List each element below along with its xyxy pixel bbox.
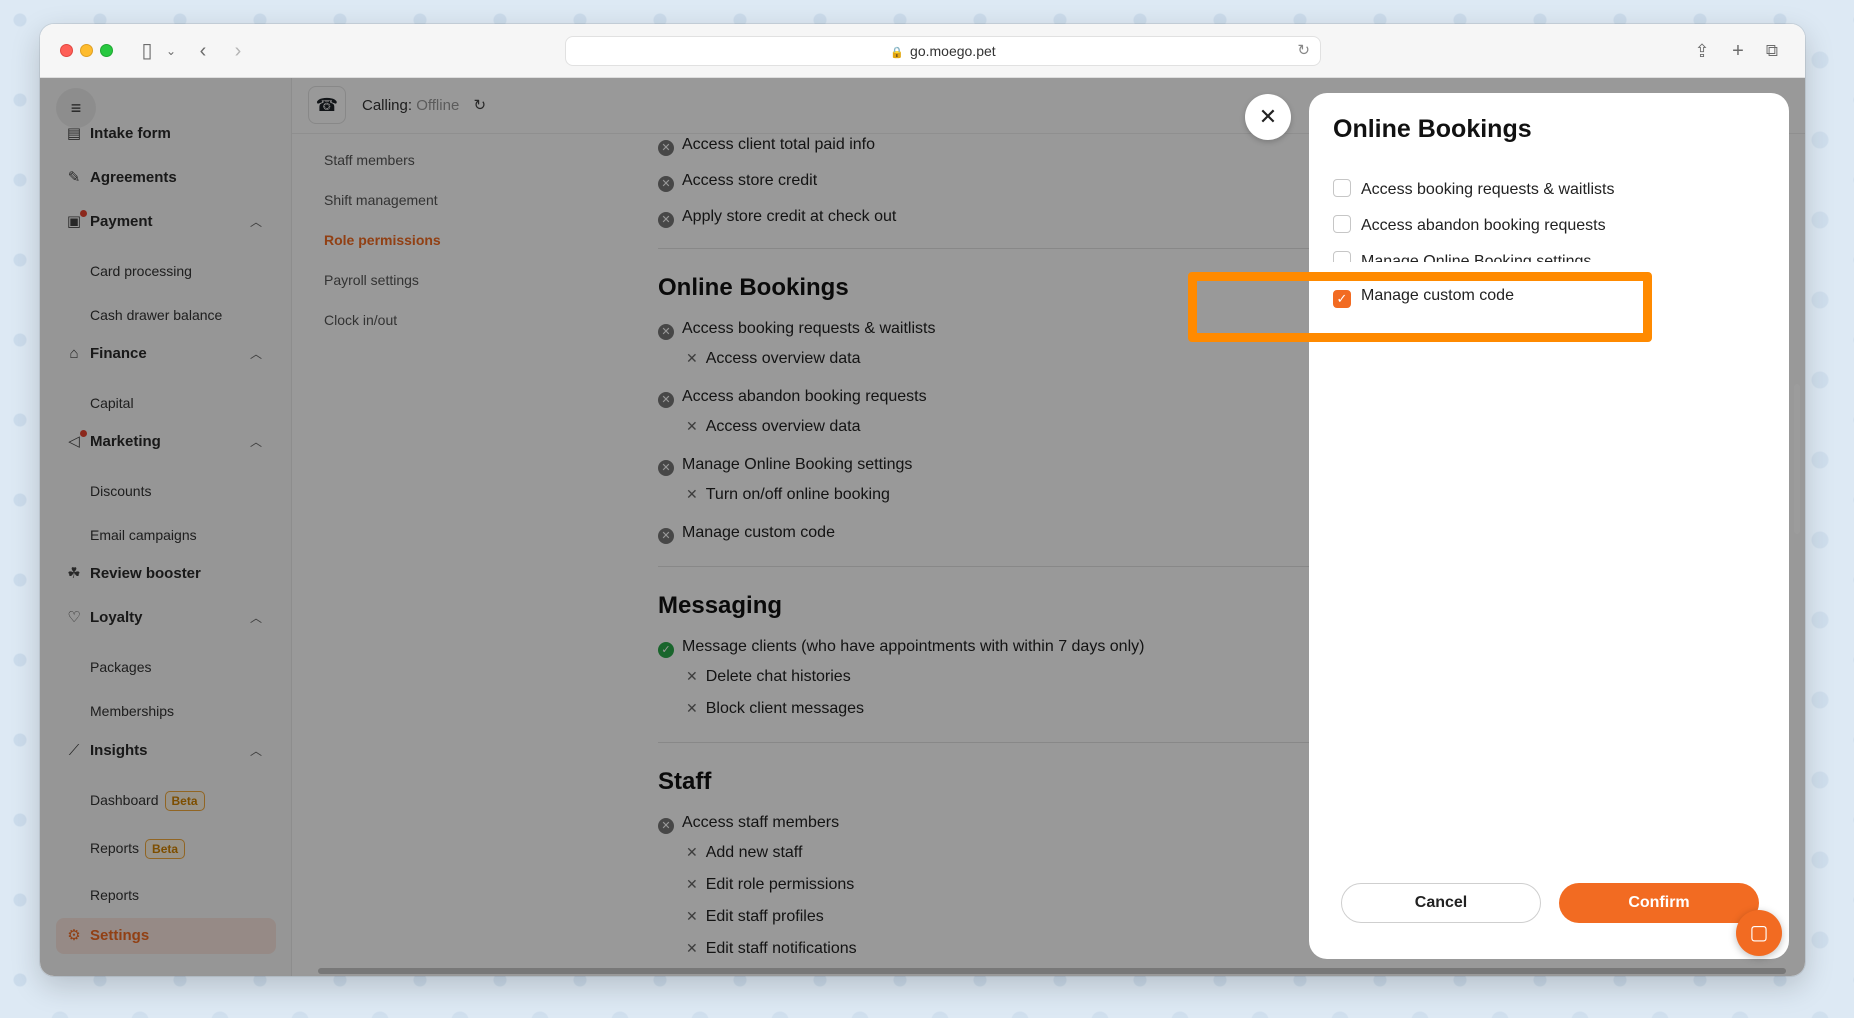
forward-icon[interactable]: › <box>225 38 251 64</box>
back-icon[interactable]: ‹ <box>190 38 216 64</box>
tab-overview-icon[interactable]: ⧉ <box>1759 38 1785 64</box>
option-label: Access booking requests & waitlists <box>1361 181 1615 198</box>
maximize-window-button[interactable] <box>100 44 113 57</box>
address-bar[interactable]: 🔒 go.moego.pet ↻ <box>565 36 1321 66</box>
checkbox[interactable] <box>1333 215 1351 233</box>
option-access-booking-requests[interactable]: Access booking requests & waitlists <box>1333 179 1614 199</box>
highlight-box <box>1188 272 1652 342</box>
chat-support-icon[interactable]: ▢ <box>1736 910 1782 956</box>
online-bookings-drawer: Online Bookings Access booking requests … <box>1309 93 1789 959</box>
close-icon[interactable]: ✕ <box>1245 94 1291 140</box>
confirm-button[interactable]: Confirm <box>1559 883 1759 923</box>
sidebar-toggle-icon[interactable]: ▯ <box>134 38 160 64</box>
drawer-footer: Cancel Confirm <box>1309 869 1789 959</box>
close-window-button[interactable] <box>60 44 73 57</box>
option-label: Access abandon booking requests <box>1361 217 1606 234</box>
minimize-window-button[interactable] <box>80 44 93 57</box>
browser-window: ▯ ⌄ ‹ › 🔒 go.moego.pet ↻ ⇪ + ⧉ ≡ ▤ Intake … <box>40 24 1805 976</box>
lock-icon: 🔒 <box>890 47 905 59</box>
option-access-abandon-booking-requests[interactable]: Access abandon booking requests <box>1333 215 1606 235</box>
checkbox[interactable] <box>1333 179 1351 197</box>
option-label: Manage Online Booking settings <box>1361 253 1592 270</box>
option-manage-online-booking-settings[interactable]: Manage Online Booking settings <box>1333 251 1592 270</box>
chevron-down-icon[interactable]: ⌄ <box>158 38 184 64</box>
new-tab-icon[interactable]: + <box>1725 38 1751 64</box>
cancel-button[interactable]: Cancel <box>1341 883 1541 923</box>
browser-toolbar: ▯ ⌄ ‹ › 🔒 go.moego.pet ↻ ⇪ + ⧉ <box>40 24 1805 78</box>
checkbox[interactable] <box>1333 251 1351 262</box>
reload-icon[interactable]: ↻ <box>1297 37 1310 65</box>
url-text: go.moego.pet <box>910 43 996 59</box>
drawer-title: Online Bookings <box>1333 115 1532 143</box>
vertical-scrollbar[interactable] <box>1794 384 1800 534</box>
share-icon[interactable]: ⇪ <box>1689 38 1715 64</box>
